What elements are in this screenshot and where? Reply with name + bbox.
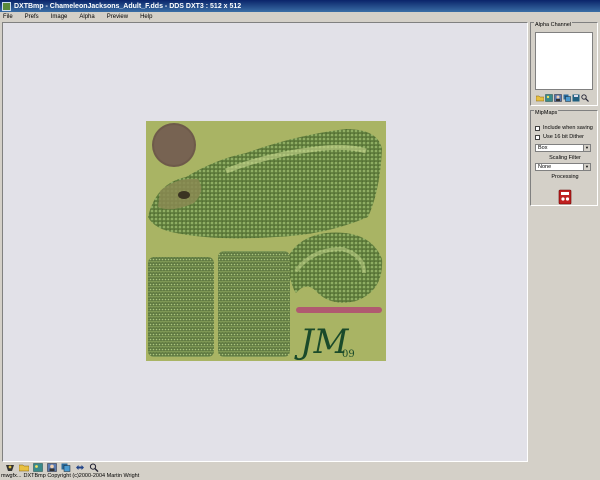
folder-open-icon[interactable] bbox=[536, 94, 544, 102]
chevron-down-icon[interactable]: ▼ bbox=[583, 164, 590, 170]
mipmaps-title: MipMaps bbox=[534, 110, 559, 116]
use-16bit-dither-checkbox[interactable] bbox=[535, 134, 540, 140]
include-when-saving-label: Include when saving bbox=[543, 125, 593, 131]
folder-icon[interactable] bbox=[19, 463, 29, 472]
status-bar: mwgfx... DXTBmp Copyright (c)2000-2004 M… bbox=[0, 472, 600, 480]
image-icon[interactable] bbox=[545, 94, 553, 102]
mipmap-filter-select[interactable]: Box ▼ bbox=[535, 144, 591, 152]
use-16bit-dither-row[interactable]: Use 16 bit Dither bbox=[535, 134, 584, 140]
menu-preview[interactable]: Preview bbox=[101, 14, 134, 20]
user-icon[interactable] bbox=[554, 94, 562, 102]
menu-file[interactable]: File bbox=[0, 14, 19, 20]
alpha-preview bbox=[535, 32, 593, 90]
resize-icon[interactable] bbox=[75, 463, 85, 472]
copy-icon[interactable] bbox=[61, 463, 71, 472]
title-bar: DXTBmp - ChameleonJacksons_Adult_F.dds -… bbox=[0, 0, 600, 12]
menu-alpha[interactable]: Alpha bbox=[73, 14, 100, 20]
scaling-filter-select[interactable]: None ▼ bbox=[535, 163, 591, 171]
bottom-toolbar bbox=[2, 462, 600, 472]
side-panel: Alpha Channel MipMaps Include when savin… bbox=[530, 22, 598, 462]
app-icon bbox=[2, 1, 11, 11]
processing-label: Processing bbox=[551, 174, 579, 180]
include-when-saving-row[interactable]: Include when saving bbox=[535, 125, 593, 131]
menu-bar: File Prefs Image Alpha Preview Help bbox=[0, 12, 600, 21]
include-when-saving-checkbox[interactable] bbox=[535, 125, 540, 131]
status-left: mwgfx... bbox=[1, 473, 22, 479]
menu-help[interactable]: Help bbox=[134, 14, 158, 20]
zoom-icon[interactable] bbox=[89, 463, 99, 472]
save-icon[interactable] bbox=[572, 94, 580, 102]
image-icon[interactable] bbox=[33, 462, 43, 472]
signature-year: 09 bbox=[342, 349, 355, 360]
view-icon[interactable] bbox=[5, 463, 15, 472]
chevron-down-icon[interactable]: ▼ bbox=[583, 145, 590, 151]
alpha-toolbar bbox=[536, 94, 589, 102]
alpha-channel-title: Alpha Channel bbox=[534, 22, 573, 28]
alpha-channel-group: Alpha Channel bbox=[530, 22, 598, 106]
use-16bit-dither-label: Use 16 bit Dither bbox=[543, 134, 584, 140]
pdf-help-icon[interactable] bbox=[557, 189, 573, 205]
menu-prefs[interactable]: Prefs bbox=[19, 14, 45, 20]
magnify-icon[interactable] bbox=[581, 94, 589, 102]
mipmap-filter-value: Box bbox=[538, 145, 548, 151]
copy-icon[interactable] bbox=[563, 94, 571, 102]
window-title: DXTBmp - ChameleonJacksons_Adult_F.dds -… bbox=[14, 2, 242, 10]
scaling-filter-label: Scaling Filter bbox=[549, 155, 581, 161]
user-icon[interactable] bbox=[47, 462, 57, 472]
scaling-filter-value: None bbox=[538, 164, 552, 170]
menu-image[interactable]: Image bbox=[45, 14, 74, 20]
texture-image: JM 09 bbox=[146, 121, 386, 361]
status-copyright: DXTBmp Copyright (c)2000-2004 Martin Wri… bbox=[23, 473, 140, 479]
